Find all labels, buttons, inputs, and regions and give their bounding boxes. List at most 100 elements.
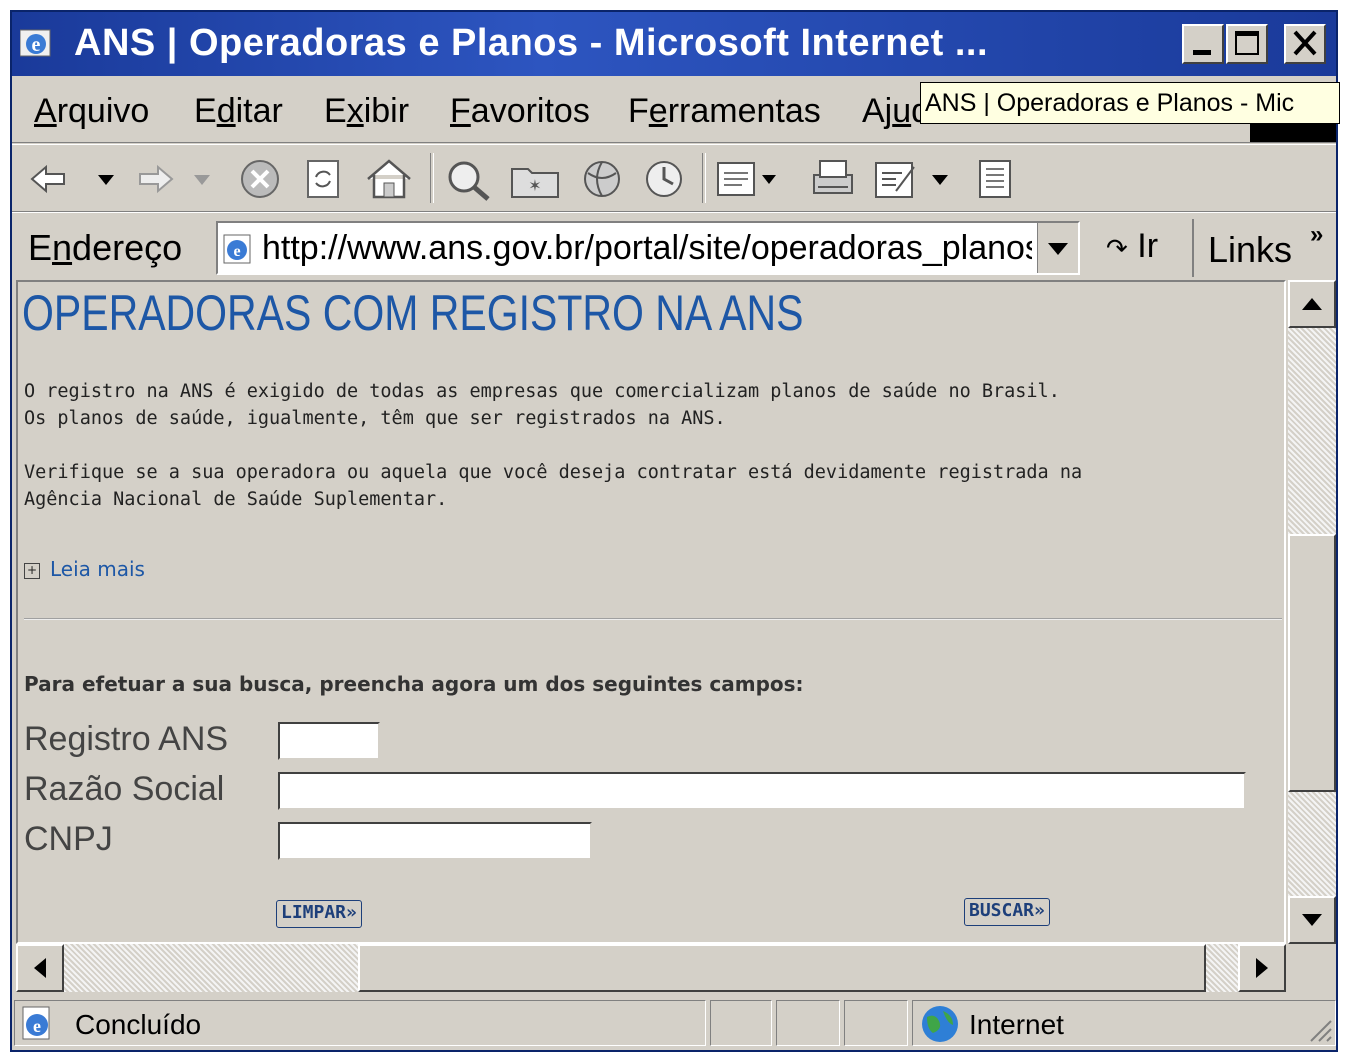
horizontal-scroll-thumb[interactable] <box>358 944 1206 992</box>
search-instructions: Para efetuar a sua busca, preencha agora… <box>24 672 804 696</box>
back-arrow-icon <box>30 164 65 194</box>
razao-social-label: Razão Social <box>24 770 225 808</box>
minimize-button[interactable] <box>1182 24 1224 64</box>
forward-button[interactable] <box>134 157 224 201</box>
dropdown-arrow-icon <box>762 175 776 184</box>
search-icon <box>448 161 480 193</box>
links-toolbar[interactable]: Links » <box>1192 219 1338 277</box>
title-tooltip: ANS | Operadoras e Planos - Mic <box>920 82 1340 124</box>
scroll-right-button[interactable] <box>1238 944 1286 992</box>
scrollbar-corner <box>1288 944 1336 992</box>
registro-ans-input[interactable] <box>278 722 380 760</box>
svg-text:e: e <box>32 34 41 56</box>
go-button[interactable]: ↷ Ir <box>1106 227 1158 266</box>
svg-text:e: e <box>33 1016 41 1036</box>
refresh-button[interactable] <box>302 157 346 201</box>
browser-window: e ANS | Operadoras e Planos - Microsoft … <box>10 10 1340 1052</box>
page-done-icon: e <box>22 1006 50 1040</box>
status-panel <box>710 1000 772 1046</box>
links-chevron-icon[interactable]: » <box>1310 221 1323 249</box>
discuss-button[interactable] <box>976 157 1016 201</box>
page-content: OPERADORAS COM REGISTRO NA ANS O registr… <box>16 280 1286 944</box>
svg-text:e: e <box>233 243 240 260</box>
history-button[interactable] <box>640 157 690 201</box>
toolbar-separator <box>702 153 706 203</box>
address-bar: Endereço e http://www.ans.gov.br/portal/… <box>12 212 1336 279</box>
maximize-button[interactable] <box>1226 24 1268 64</box>
home-button[interactable] <box>364 157 414 201</box>
registro-ans-label: Registro ANS <box>24 720 229 758</box>
stop-button[interactable] <box>238 157 282 201</box>
media-button[interactable] <box>578 157 628 201</box>
mail-button[interactable] <box>714 157 798 201</box>
resize-grip-icon[interactable] <box>1305 1015 1333 1043</box>
menu-arquivo[interactable]: Arquivo <box>34 92 149 131</box>
arrow-left-icon <box>34 958 46 978</box>
menu-editar[interactable]: Editar <box>194 92 283 131</box>
scroll-down-button[interactable] <box>1288 896 1336 944</box>
read-more-link[interactable]: + Leia mais <box>24 557 145 581</box>
status-panel <box>776 1000 840 1046</box>
title-bar[interactable]: e ANS | Operadoras e Planos - Microsoft … <box>12 12 1336 76</box>
arrow-down-icon <box>1302 914 1322 926</box>
verify-line-2: Agência Nacional de Saúde Suplementar. <box>24 489 448 510</box>
cnpj-label: CNPJ <box>24 820 113 858</box>
back-button[interactable] <box>28 157 128 201</box>
plus-box-icon: + <box>24 562 40 579</box>
cnpj-input[interactable] <box>278 822 592 860</box>
zone-panel: Internet <box>912 1000 1336 1046</box>
search-button[interactable] <box>444 157 494 201</box>
ie-icon: e <box>20 29 51 57</box>
razao-social-input[interactable] <box>278 772 1246 810</box>
go-label: Ir <box>1137 227 1159 265</box>
scroll-left-button[interactable] <box>16 944 64 992</box>
address-field[interactable]: e http://www.ans.gov.br/portal/site/oper… <box>216 221 1080 275</box>
dropdown-arrow-icon <box>98 175 114 185</box>
address-label: Endereço <box>28 227 183 268</box>
status-panel-main: e Concluído <box>14 1000 706 1046</box>
read-more-label: Leia mais <box>50 557 145 581</box>
close-icon <box>1293 30 1317 56</box>
status-panel <box>844 1000 908 1046</box>
windows-logo-throbber <box>1250 124 1336 142</box>
menu-exibir[interactable]: Exibir <box>324 92 409 131</box>
close-button[interactable] <box>1284 24 1326 64</box>
maximize-icon <box>1235 31 1259 55</box>
go-arrow-icon: ↷ <box>1106 233 1128 263</box>
buscar-button[interactable]: BUSCAR» <box>964 898 1050 926</box>
links-label: Links <box>1208 229 1293 270</box>
vertical-scroll-thumb[interactable] <box>1288 534 1336 792</box>
address-url: http://www.ans.gov.br/portal/site/operad… <box>262 229 1032 267</box>
internet-globe-icon <box>922 1006 958 1042</box>
address-dropdown-button[interactable] <box>1037 223 1078 273</box>
page-title: OPERADORAS COM REGISTRO NA ANS <box>22 285 804 341</box>
edit-button[interactable] <box>872 157 972 201</box>
chevron-down-icon <box>1048 243 1068 255</box>
scroll-up-button[interactable] <box>1288 280 1336 328</box>
dropdown-arrow-icon <box>932 175 948 185</box>
arrow-right-icon <box>1256 958 1268 978</box>
toolbar-separator <box>430 153 434 203</box>
divider <box>24 618 1282 620</box>
intro-line-1: O registro na ANS é exigido de todas as … <box>24 381 1060 402</box>
svg-text:✶: ✶ <box>528 178 541 195</box>
favorites-button[interactable]: ✶ <box>508 157 564 201</box>
window-title: ANS | Operadoras e Planos - Microsoft In… <box>74 22 989 64</box>
page-ie-icon: e <box>223 234 251 264</box>
document-icon <box>979 160 1011 198</box>
forward-arrow-icon <box>139 164 174 194</box>
status-text: Concluído <box>75 1009 202 1040</box>
horizontal-scrollbar[interactable] <box>16 944 1286 992</box>
verify-line-1: Verifique se a sua operadora ou aquela q… <box>24 462 1083 483</box>
menu-favoritos[interactable]: Favoritos <box>450 92 590 131</box>
vertical-scrollbar[interactable] <box>1288 280 1336 944</box>
limpar-button[interactable]: LIMPAR» <box>276 900 362 928</box>
refresh-icon <box>307 160 339 198</box>
arrow-up-icon <box>1302 298 1322 310</box>
intro-line-2: Os planos de saúde, igualmente, têm que … <box>24 408 726 429</box>
minimize-icon <box>1193 50 1211 55</box>
dropdown-arrow-icon <box>194 175 210 185</box>
print-button[interactable] <box>808 157 858 201</box>
menu-ferramentas[interactable]: Ferramentas <box>628 92 821 131</box>
status-bar: e Concluído Internet <box>12 996 1336 1050</box>
